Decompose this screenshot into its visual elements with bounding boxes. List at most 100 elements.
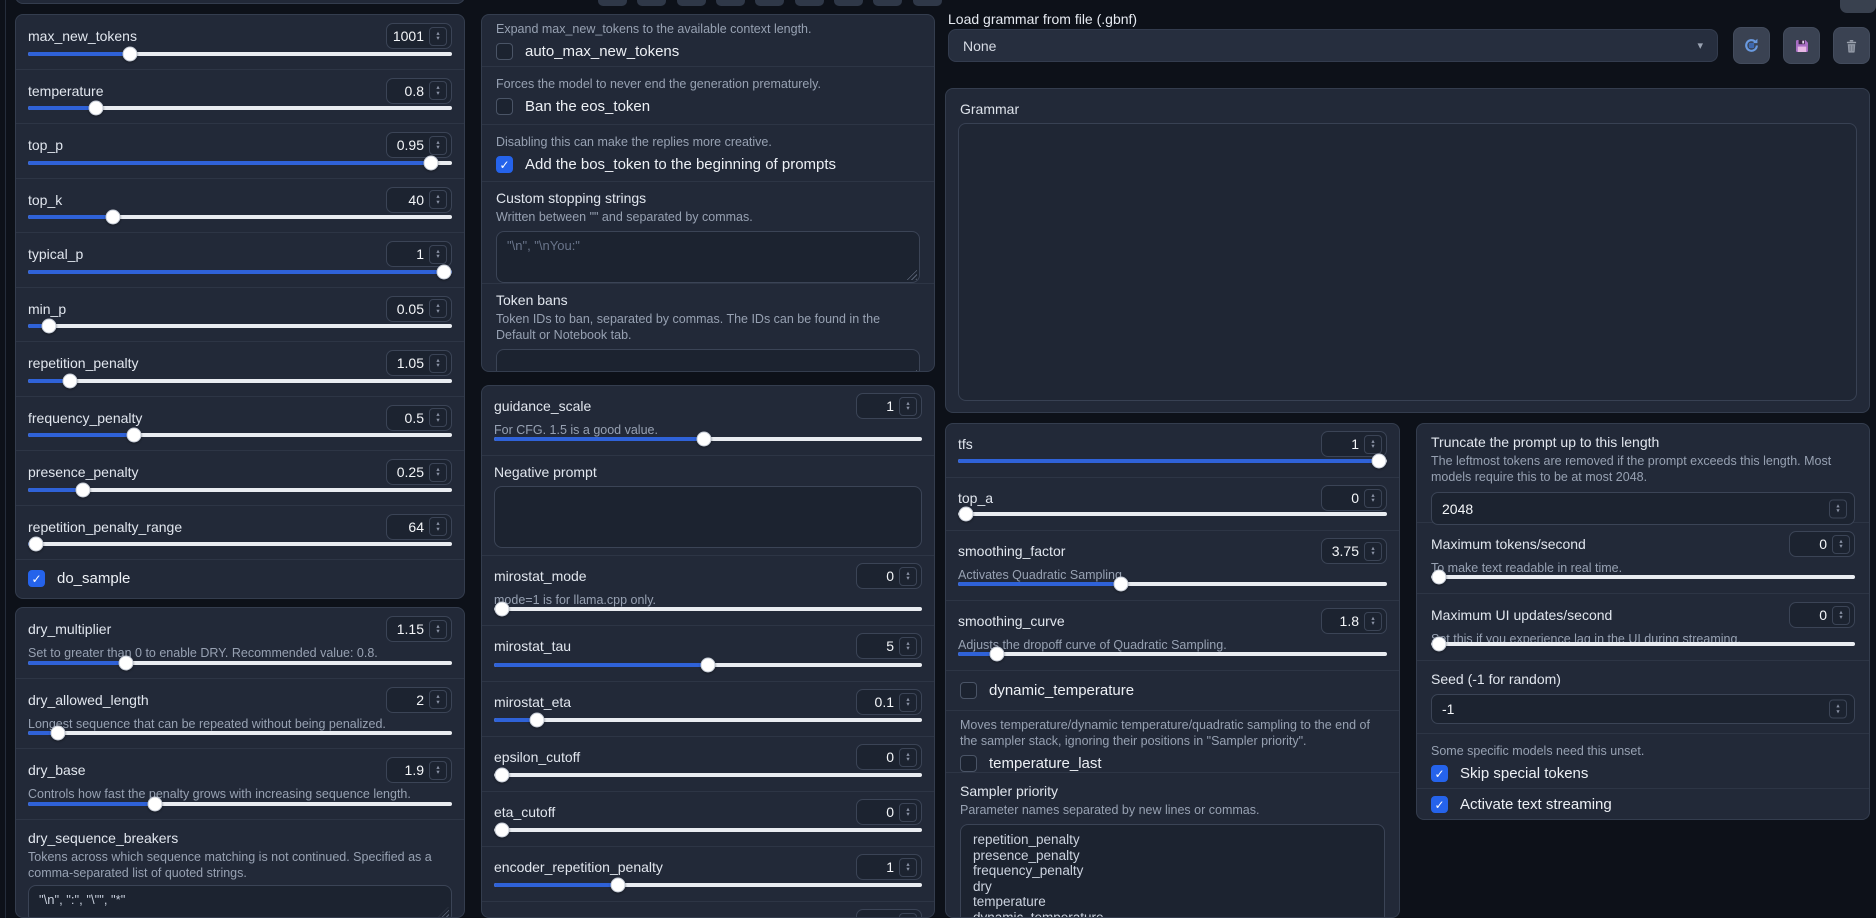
number-spinner-icon[interactable]: ▴▾: [1364, 489, 1382, 508]
slider-thumb[interactable]: [122, 46, 137, 61]
number-spinner-icon[interactable]: ▴▾: [429, 620, 447, 639]
slider-thumb[interactable]: [959, 507, 974, 522]
checkbox-box[interactable]: [960, 755, 977, 772]
slider-thumb[interactable]: [701, 658, 716, 673]
add-bos-token-checkbox[interactable]: Add the bos_token to the beginning of pr…: [496, 156, 920, 173]
dry_sequence_breakers-input[interactable]: "\n", ":", "\"", "*": [28, 885, 452, 918]
checkbox-box[interactable]: [960, 682, 977, 699]
max_new_tokens-slider[interactable]: [28, 52, 452, 56]
top_k-number-input[interactable]: 40▴▾: [386, 187, 452, 213]
number-spinner-icon[interactable]: ▴▾: [899, 397, 917, 416]
auto_max_new_tokens-checkbox[interactable]: auto_max_new_tokens: [496, 43, 920, 60]
number-spinner-icon[interactable]: ▴▾: [429, 81, 447, 100]
temperature-number-input[interactable]: 0.8▴▾: [386, 78, 452, 104]
slider-thumb[interactable]: [423, 155, 438, 170]
slider-thumb[interactable]: [989, 647, 1004, 662]
slider-thumb[interactable]: [1432, 570, 1447, 585]
dry_base-number-input[interactable]: 1.9▴▾: [386, 757, 452, 783]
slider-thumb[interactable]: [495, 768, 510, 783]
presence_penalty-slider[interactable]: [28, 488, 452, 492]
smoothing_curve-slider[interactable]: [958, 652, 1387, 656]
dry_base-slider[interactable]: [28, 802, 452, 806]
frequency_penalty-slider[interactable]: [28, 433, 452, 437]
resize-handle-icon[interactable]: [904, 267, 917, 280]
slider-thumb[interactable]: [50, 726, 65, 741]
number-spinner-icon[interactable]: ▴▾: [429, 761, 447, 780]
grammar-input[interactable]: [958, 123, 1857, 401]
slider-thumb[interactable]: [148, 796, 163, 811]
checkbox-box[interactable]: [496, 43, 513, 60]
slider-thumb[interactable]: [529, 713, 544, 728]
slider-thumb[interactable]: [63, 373, 78, 388]
mirostat_tau-number-input[interactable]: 5▴▾: [856, 633, 922, 659]
slider-thumb[interactable]: [696, 432, 711, 447]
number-spinner-icon[interactable]: ▴▾: [429, 136, 447, 155]
save-grammar-button[interactable]: [1783, 27, 1820, 64]
number-spinner-icon[interactable]: ▴▾: [899, 748, 917, 767]
temperature_last-checkbox[interactable]: temperature_last: [960, 755, 1385, 772]
temperature-slider[interactable]: [28, 106, 452, 110]
resize-handle-icon[interactable]: [904, 367, 917, 372]
slider-thumb[interactable]: [29, 537, 44, 552]
eta_cutoff-number-input[interactable]: 0▴▾: [856, 799, 922, 825]
number-spinner-icon[interactable]: ▴▾: [429, 517, 447, 536]
mirostat_eta-slider[interactable]: [494, 718, 922, 722]
max-ui-updates-number-input[interactable]: 0▴▾: [1789, 602, 1855, 628]
dry_multiplier-slider[interactable]: [28, 661, 452, 665]
tfs-slider[interactable]: [958, 459, 1387, 463]
number-spinner-icon[interactable]: ▴▾: [899, 693, 917, 712]
number-spinner-icon[interactable]: ▴▾: [429, 408, 447, 427]
max_new_tokens-number-input[interactable]: 1001▴▾: [386, 23, 452, 49]
repetition_penalty-number-input[interactable]: 1.05▴▾: [386, 350, 452, 376]
slider-thumb[interactable]: [88, 101, 103, 116]
number-spinner-icon[interactable]: ▴▾: [429, 27, 447, 46]
number-spinner-icon[interactable]: ▴▾: [1829, 499, 1847, 518]
frequency_penalty-number-input[interactable]: 0.5▴▾: [386, 405, 452, 431]
slider-thumb[interactable]: [1372, 454, 1387, 469]
checkbox-box[interactable]: [28, 570, 45, 587]
encoder_repetition_penalty-slider[interactable]: [494, 883, 922, 887]
sampler-priority-input[interactable]: repetition_penalty presence_penalty freq…: [960, 824, 1385, 918]
checkbox-box[interactable]: [496, 156, 513, 173]
smoothing_curve-number-input[interactable]: 1.8▴▾: [1321, 608, 1387, 634]
number-spinner-icon[interactable]: ▴▾: [429, 245, 447, 264]
slider-thumb[interactable]: [437, 264, 452, 279]
guidance_scale-slider[interactable]: [494, 437, 922, 441]
number-spinner-icon[interactable]: ▴▾: [1364, 612, 1382, 631]
slider-thumb[interactable]: [42, 319, 57, 334]
guidance_scale-number-input[interactable]: 1▴▾: [856, 393, 922, 419]
seed-input[interactable]: -1▴▾: [1431, 694, 1855, 724]
repetition_penalty_range-number-input[interactable]: 64▴▾: [386, 514, 452, 540]
number-spinner-icon[interactable]: ▴▾: [1829, 700, 1847, 719]
activate-streaming-checkbox[interactable]: Activate text streaming: [1431, 796, 1855, 813]
mirostat_mode-slider[interactable]: [494, 607, 922, 611]
min_p-slider[interactable]: [28, 324, 452, 328]
mirostat_mode-number-input[interactable]: 0▴▾: [856, 563, 922, 589]
slider-thumb[interactable]: [495, 602, 510, 617]
ban-eos-token-checkbox[interactable]: Ban the eos_token: [496, 98, 920, 115]
slider-thumb[interactable]: [105, 210, 120, 225]
grammar-file-dropdown[interactable]: None ▾: [948, 29, 1718, 62]
no_repeat_ngram_size-number-input[interactable]: 0▴▾: [856, 909, 922, 918]
do_sample-checkbox[interactable]: do_sample: [28, 570, 452, 587]
dry_allowed_length-slider[interactable]: [28, 731, 452, 735]
dry_allowed_length-number-input[interactable]: 2▴▾: [386, 687, 452, 713]
number-spinner-icon[interactable]: ▴▾: [899, 858, 917, 877]
number-spinner-icon[interactable]: ▴▾: [429, 299, 447, 318]
mirostat_eta-number-input[interactable]: 0.1▴▾: [856, 689, 922, 715]
checkbox-box[interactable]: [496, 98, 513, 115]
slider-thumb[interactable]: [1432, 637, 1447, 652]
slider-thumb[interactable]: [495, 823, 510, 838]
slider-thumb[interactable]: [1114, 577, 1129, 592]
checkbox-box[interactable]: [1431, 796, 1448, 813]
top_p-slider[interactable]: [28, 161, 452, 165]
min_p-number-input[interactable]: 0.05▴▾: [386, 296, 452, 322]
dry_multiplier-number-input[interactable]: 1.15▴▾: [386, 616, 452, 642]
number-spinner-icon[interactable]: ▴▾: [1832, 606, 1850, 625]
number-spinner-icon[interactable]: ▴▾: [1364, 435, 1382, 454]
repetition_penalty-slider[interactable]: [28, 379, 452, 383]
typical_p-slider[interactable]: [28, 270, 452, 274]
slider-thumb[interactable]: [118, 655, 133, 670]
encoder_repetition_penalty-number-input[interactable]: 1▴▾: [856, 854, 922, 880]
top_a-slider[interactable]: [958, 512, 1387, 516]
